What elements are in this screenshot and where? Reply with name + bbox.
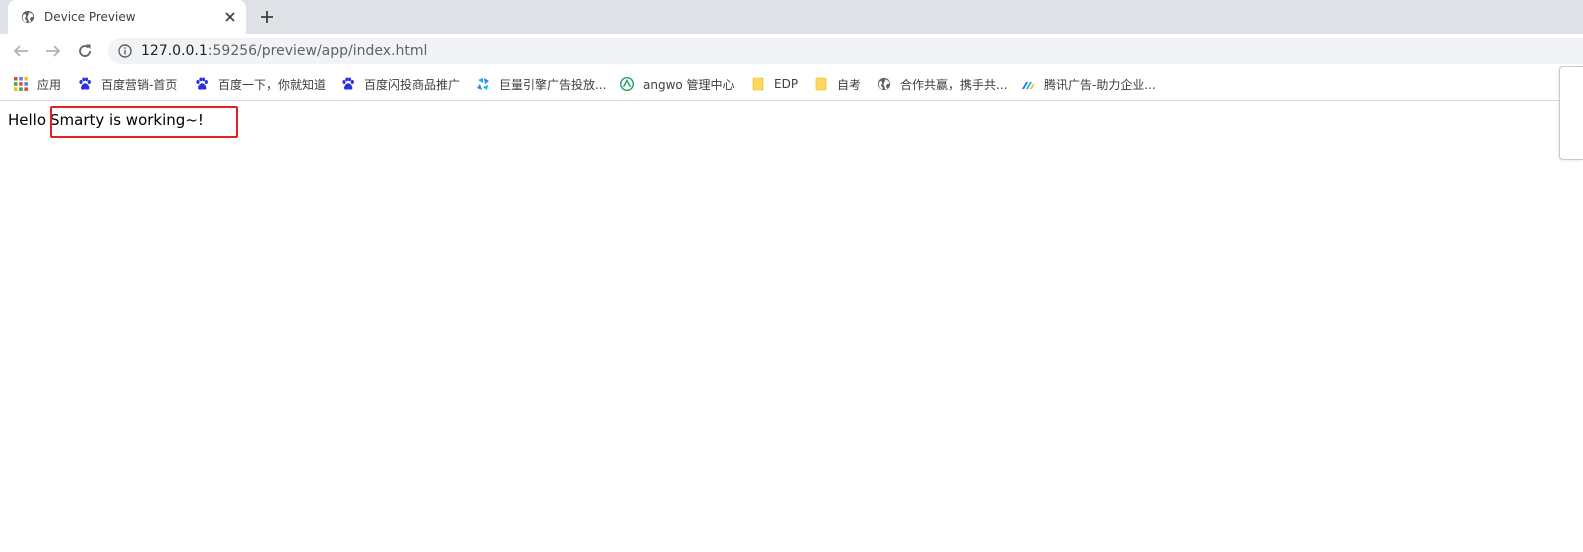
bookmark-label: angwo 管理中心: [643, 77, 735, 92]
bookmark-label: 应用: [37, 77, 62, 92]
baidu-paw-icon: [79, 77, 91, 90]
bookmark-oceanengine[interactable]: 巨量引擎广告投放...: [476, 75, 606, 93]
tab-strip: Device Preview: [0, 0, 1583, 34]
bookmark-baidu-marketing[interactable]: 百度营销-首页: [78, 75, 177, 93]
apps-grid-icon: [14, 77, 28, 91]
back-arrow-icon[interactable]: [12, 42, 30, 60]
plus-icon: [261, 11, 273, 23]
forward-arrow-icon[interactable]: [44, 42, 62, 60]
globe-icon: [877, 77, 891, 91]
bookmark-baidu-search[interactable]: 百度一下，你就知道: [195, 75, 326, 93]
bookmark-label: 自考: [837, 77, 862, 92]
bookmarks-bar: 应用 百度营销-首页 百度一下，你就知道 百度闪投商品推广 巨量引擎广告投放..…: [0, 68, 1583, 101]
address-url[interactable]: 127.0.0.1:59256/preview/app/index.html: [141, 43, 427, 59]
baidu-paw-icon: [342, 77, 354, 90]
angwo-icon: [620, 77, 634, 91]
highlight-annotation-box: [50, 106, 238, 138]
folder-icon: [815, 77, 827, 91]
bookmark-label: 百度一下，你就知道: [218, 77, 327, 92]
close-icon[interactable]: [222, 9, 238, 25]
reload-icon[interactable]: [76, 42, 94, 60]
bookmark-label: 百度营销-首页: [101, 77, 178, 92]
globe-icon: [21, 10, 35, 24]
bookmark-label: 合作共赢，携手共...: [900, 77, 1008, 92]
baidu-paw-icon: [196, 77, 208, 90]
url-path: :59256/preview/app/index.html: [207, 43, 428, 59]
bookmark-label: EDP: [774, 77, 799, 91]
oceanengine-icon: [477, 78, 489, 90]
bookmark-baidu-shantou[interactable]: 百度闪投商品推广: [341, 75, 460, 93]
bookmark-apps[interactable]: 应用: [14, 75, 61, 93]
bookmark-tencent-ads[interactable]: 腾讯广告-助力企业...: [1021, 75, 1156, 93]
bookmark-label: 百度闪投商品推广: [364, 77, 461, 92]
bookmark-label: 巨量引擎广告投放...: [499, 77, 607, 92]
tab-device-preview[interactable]: Device Preview: [8, 0, 246, 34]
bookmark-label: 腾讯广告-助力企业...: [1044, 77, 1156, 92]
info-icon[interactable]: [118, 44, 132, 58]
new-tab-button[interactable]: [256, 6, 278, 28]
bookmark-folder-edp[interactable]: EDP: [751, 75, 798, 93]
bookmark-cooperation[interactable]: 合作共赢，携手共...: [877, 75, 1007, 93]
folder-icon: [752, 77, 764, 91]
side-panel-handle[interactable]: [1559, 66, 1583, 160]
tencent-ads-icon: [1022, 82, 1035, 89]
bookmark-folder-zikao[interactable]: 自考: [814, 75, 861, 93]
url-host: 127.0.0.1: [141, 43, 208, 59]
tab-title: Device Preview: [44, 10, 136, 24]
hello-text: Hello: [8, 111, 47, 129]
page-viewport: [0, 102, 1583, 552]
bookmark-angwo[interactable]: angwo 管理中心: [620, 75, 735, 93]
